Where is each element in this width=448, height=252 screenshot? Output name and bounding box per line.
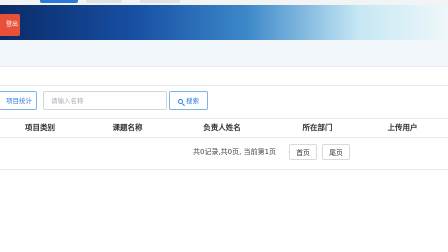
name-search-input[interactable] (43, 91, 167, 110)
app-page: 登出 项目统计 搜索 项目类别 课题名称 负责人姓名 所在部门 上传用户 共0记… (0, 0, 448, 252)
tab[interactable] (140, 0, 180, 3)
column-header-department: 所在部门 (302, 123, 333, 132)
column-header-uploader: 上传用户 (387, 123, 418, 132)
pagination: 共0记录,共0页, 当前第1页 首页 尾页 (0, 137, 448, 170)
column-header-category: 项目类别 (25, 123, 55, 132)
column-header-owner: 负责人姓名 (203, 123, 241, 132)
table-header: 项目类别 课题名称 负责人姓名 所在部门 上传用户 (0, 118, 448, 138)
project-stats-button[interactable]: 项目统计 (0, 91, 37, 110)
search-icon (178, 99, 183, 104)
active-tab[interactable] (40, 0, 78, 3)
last-page-button[interactable]: 尾页 (322, 144, 350, 160)
subnav-band (0, 67, 448, 86)
logout-button[interactable]: 登出 (0, 14, 20, 36)
first-page-button[interactable]: 首页 (289, 144, 317, 160)
search-button-label: 搜索 (186, 97, 199, 105)
column-header-topic: 课题名称 (112, 123, 143, 132)
search-button[interactable]: 搜索 (169, 91, 208, 110)
nav-band (0, 40, 448, 67)
app-header: 登出 (0, 5, 448, 40)
pagination-info: 共0记录,共0页, 当前第1页 (193, 148, 277, 156)
tab[interactable] (86, 0, 122, 3)
